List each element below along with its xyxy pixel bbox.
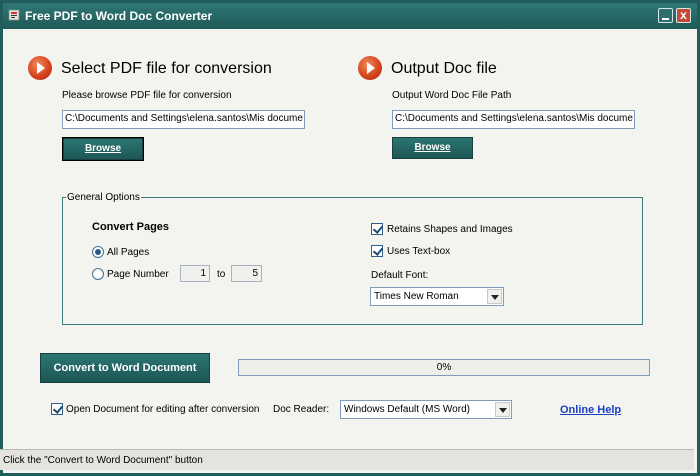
default-font-select[interactable]: Times New Roman <box>370 287 504 306</box>
output-hint: Output Word Doc File Path <box>392 90 512 101</box>
doc-path-input[interactable]: C:\Documents and Settings\elena.santos\M… <box>392 110 635 129</box>
browse-doc-button[interactable]: Browse <box>392 137 473 159</box>
doc-reader-value: Windows Default (MS Word) <box>344 404 470 415</box>
app-icon <box>8 9 20 21</box>
open-after-checkbox[interactable] <box>51 403 63 415</box>
close-button[interactable]: x <box>676 8 691 23</box>
progress-text: 0% <box>436 362 452 373</box>
chevron-down-icon[interactable] <box>487 289 502 304</box>
retain-shapes-label[interactable]: Retains Shapes and Images <box>387 224 513 235</box>
status-bar: Click the "Convert to Word Document" but… <box>0 449 694 470</box>
page-to-label: to <box>217 269 226 280</box>
close-icon: x <box>680 8 687 22</box>
browse-pdf-button[interactable]: Browse <box>62 137 144 161</box>
page-number-radio[interactable] <box>92 268 104 280</box>
page-to-input[interactable]: 5 <box>231 265 262 282</box>
minimize-icon <box>662 18 669 20</box>
input-hint: Please browse PDF file for conversion <box>62 90 232 101</box>
output-section-title: Output Doc file <box>391 60 497 77</box>
window-title: Free PDF to Word Doc Converter <box>25 9 213 23</box>
convert-button[interactable]: Convert to Word Document <box>40 353 210 383</box>
online-help-link[interactable]: Online Help <box>560 404 621 416</box>
minimize-button[interactable] <box>658 8 673 23</box>
all-pages-radio[interactable] <box>92 246 104 258</box>
status-text: Click the "Convert to Word Document" but… <box>3 455 203 466</box>
play-arrow-icon <box>28 56 52 80</box>
doc-reader-label: Doc Reader: <box>273 404 330 415</box>
convert-pages-label: Convert Pages <box>92 221 170 233</box>
page-number-label[interactable]: Page Number <box>107 269 169 280</box>
default-font-value: Times New Roman <box>374 291 459 302</box>
retain-shapes-checkbox[interactable] <box>371 223 383 235</box>
use-textbox-label[interactable]: Uses Text-box <box>387 246 450 257</box>
general-options-label: General Options <box>66 192 141 203</box>
default-font-label: Default Font: <box>371 270 429 281</box>
conversion-progress-bar: 0% <box>238 359 650 376</box>
chevron-down-icon[interactable] <box>495 402 510 417</box>
input-section-title: Select PDF file for conversion <box>61 60 272 77</box>
doc-reader-select[interactable]: Windows Default (MS Word) <box>340 400 512 419</box>
page-from-input[interactable]: 1 <box>180 265 210 282</box>
pdf-path-input[interactable]: C:\Documents and Settings\elena.santos\M… <box>62 110 305 129</box>
open-after-label[interactable]: Open Document for editing after conversi… <box>66 404 259 415</box>
title-bar[interactable]: Free PDF to Word Doc Converter x <box>3 3 697 29</box>
use-textbox-checkbox[interactable] <box>371 245 383 257</box>
general-options-group <box>62 197 643 325</box>
play-arrow-icon <box>358 56 382 80</box>
all-pages-label[interactable]: All Pages <box>107 247 149 258</box>
